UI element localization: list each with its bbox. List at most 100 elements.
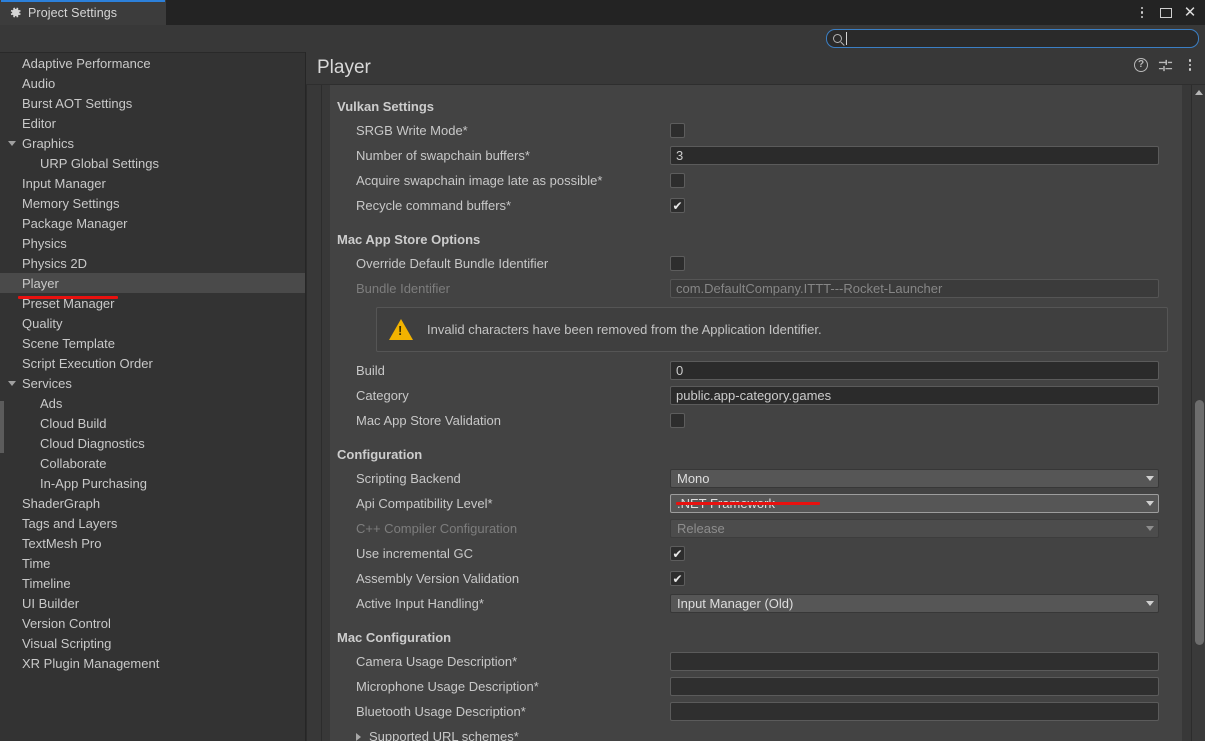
- row-srgb-write-mode: SRGB Write Mode*: [330, 118, 1182, 143]
- assembly-version-validation-checkbox[interactable]: ✔: [670, 571, 685, 586]
- content-gutter: [306, 85, 330, 741]
- sidebar-item-physics-2d[interactable]: Physics 2D: [0, 253, 306, 273]
- row-acquire-swapchain-late: Acquire swapchain image late as possible…: [330, 168, 1182, 193]
- category-input[interactable]: public.app-category.games: [670, 386, 1159, 405]
- sidebar-item-label: Player: [22, 275, 59, 291]
- swapchain-buffers-input[interactable]: 3: [670, 146, 1159, 165]
- window-titlebar: Project Settings ✕: [0, 0, 1205, 25]
- sidebar-item-graphics[interactable]: Graphics: [0, 133, 306, 153]
- dropdown-value: Release: [677, 521, 725, 536]
- use-incremental-gc-checkbox[interactable]: ✔: [670, 546, 685, 561]
- microphone-usage-description-input[interactable]: [670, 677, 1159, 696]
- search-box[interactable]: [826, 29, 1199, 48]
- acquire-swapchain-late-checkbox[interactable]: [670, 173, 685, 188]
- row-cpp-compiler-configuration: C++ Compiler Configuration Release: [330, 516, 1182, 541]
- chevron-right-icon[interactable]: [356, 732, 361, 741]
- row-assembly-version-validation: Assembly Version Validation ✔: [330, 566, 1182, 591]
- sidebar-item-memory-settings[interactable]: Memory Settings: [0, 193, 306, 213]
- chevron-down-icon[interactable]: [8, 140, 16, 146]
- sidebar-item-ads[interactable]: Ads: [0, 393, 306, 413]
- row-label: Bluetooth Usage Description*: [356, 704, 526, 719]
- sidebar-item-urp-global-settings[interactable]: URP Global Settings: [0, 153, 306, 173]
- scripting-backend-dropdown[interactable]: Mono: [670, 469, 1159, 488]
- chevron-up-icon[interactable]: [1195, 90, 1203, 95]
- mac-app-store-validation-checkbox[interactable]: [670, 413, 685, 428]
- sidebar-item-package-manager[interactable]: Package Manager: [0, 213, 306, 233]
- content-vertical-scrollbar[interactable]: [1191, 85, 1205, 741]
- build-input[interactable]: 0: [670, 361, 1159, 380]
- field-wrap: ✔: [670, 198, 1182, 213]
- sidebar-item-shadergraph[interactable]: ShaderGraph: [0, 493, 306, 513]
- section-title-mac-app-store: Mac App Store Options: [337, 231, 481, 247]
- sidebar-item-tags-and-layers[interactable]: Tags and Layers: [0, 513, 306, 533]
- panel-kebab-menu-icon[interactable]: [1183, 58, 1197, 72]
- row-override-bundle-identifier: Override Default Bundle Identifier: [330, 251, 1182, 276]
- field-wrap: [670, 652, 1182, 671]
- recycle-command-buffers-checkbox[interactable]: ✔: [670, 198, 685, 213]
- row-label: Active Input Handling*: [356, 596, 484, 611]
- sidebar-item-time[interactable]: Time: [0, 553, 306, 573]
- cpp-compiler-configuration-dropdown: Release: [670, 519, 1159, 538]
- srgb-write-mode-checkbox[interactable]: [670, 123, 685, 138]
- row-label: Assembly Version Validation: [356, 571, 520, 586]
- sidebar-item-physics[interactable]: Physics: [0, 233, 306, 253]
- dropdown-value: Input Manager (Old): [677, 596, 794, 611]
- row-label: Mac App Store Validation: [356, 413, 502, 428]
- warning-message-box: Invalid characters have been removed fro…: [376, 307, 1168, 352]
- scrollbar-thumb[interactable]: [1194, 400, 1204, 645]
- sidebar-item-label: Tags and Layers: [22, 515, 118, 531]
- sidebar-item-label: Package Manager: [22, 215, 128, 231]
- sidebar-item-label: Physics 2D: [22, 255, 88, 271]
- sidebar-item-script-execution-order[interactable]: Script Execution Order: [0, 353, 306, 373]
- preset-icon[interactable]: [1158, 58, 1173, 72]
- chevron-down-icon: [1146, 476, 1154, 481]
- kebab-menu-icon[interactable]: [1131, 1, 1153, 25]
- row-label: Camera Usage Description*: [356, 654, 518, 669]
- sidebar-item-player[interactable]: Player: [0, 273, 306, 293]
- close-icon[interactable]: ✕: [1179, 1, 1201, 25]
- bluetooth-usage-description-input[interactable]: [670, 702, 1159, 721]
- sidebar-item-services[interactable]: Services: [0, 373, 306, 393]
- row-supported-url-schemes[interactable]: Supported URL schemes*: [330, 724, 1182, 741]
- sidebar-item-version-control[interactable]: Version Control: [0, 613, 306, 633]
- sidebar-item-label: ShaderGraph: [22, 495, 101, 511]
- camera-usage-description-input[interactable]: [670, 652, 1159, 671]
- sidebar-item-quality[interactable]: Quality: [0, 313, 306, 333]
- sidebar-item-label: Collaborate: [40, 455, 107, 471]
- sidebar-item-xr-plugin-management[interactable]: XR Plugin Management: [0, 653, 306, 673]
- sidebar-item-adaptive-performance[interactable]: Adaptive Performance: [0, 53, 306, 73]
- sidebar-item-collaborate[interactable]: Collaborate: [0, 453, 306, 473]
- sidebar-item-label: Audio: [22, 75, 56, 91]
- tab-project-settings[interactable]: Project Settings: [0, 0, 166, 25]
- sidebar-item-label: Adaptive Performance: [22, 55, 151, 71]
- active-input-handling-dropdown[interactable]: Input Manager (Old): [670, 594, 1159, 613]
- sidebar-item-textmesh-pro[interactable]: TextMesh Pro: [0, 533, 306, 553]
- chevron-down-icon[interactable]: [8, 380, 16, 386]
- sidebar-item-label: Quality: [22, 315, 63, 331]
- sidebar-item-input-manager[interactable]: Input Manager: [0, 173, 306, 193]
- row-mac-app-store-validation: Mac App Store Validation: [330, 408, 1182, 433]
- sidebar-item-in-app-purchasing[interactable]: In-App Purchasing: [0, 473, 306, 493]
- field-wrap: Mono: [670, 469, 1182, 488]
- chevron-down-icon: [1146, 601, 1154, 606]
- sidebar-item-audio[interactable]: Audio: [0, 73, 306, 93]
- warning-triangle-icon: [389, 319, 413, 340]
- sidebar-item-cloud-diagnostics[interactable]: Cloud Diagnostics: [0, 433, 306, 453]
- sidebar-item-visual-scripting[interactable]: Visual Scripting: [0, 633, 306, 653]
- sidebar-item-label: Time: [22, 555, 51, 571]
- sidebar-item-timeline[interactable]: Timeline: [0, 573, 306, 593]
- maximize-icon[interactable]: [1155, 1, 1177, 25]
- sidebar-item-ui-builder[interactable]: UI Builder: [0, 593, 306, 613]
- sidebar-item-scene-template[interactable]: Scene Template: [0, 333, 306, 353]
- sidebar-item-editor[interactable]: Editor: [0, 113, 306, 133]
- row-label: SRGB Write Mode*: [356, 123, 468, 138]
- sidebar-item-cloud-build[interactable]: Cloud Build: [0, 413, 306, 433]
- settings-sidebar[interactable]: Adaptive Performance Audio Burst AOT Setti…: [0, 52, 306, 741]
- help-icon[interactable]: ?: [1134, 58, 1148, 72]
- sidebar-item-burst-aot-settings[interactable]: Burst AOT Settings: [0, 93, 306, 113]
- override-bundle-identifier-checkbox[interactable]: [670, 256, 685, 271]
- row-label: Recycle command buffers*: [356, 198, 512, 213]
- search-input[interactable]: [847, 30, 1198, 47]
- section-title-mac-configuration: Mac Configuration: [337, 629, 452, 645]
- chevron-down-icon: [1146, 526, 1154, 531]
